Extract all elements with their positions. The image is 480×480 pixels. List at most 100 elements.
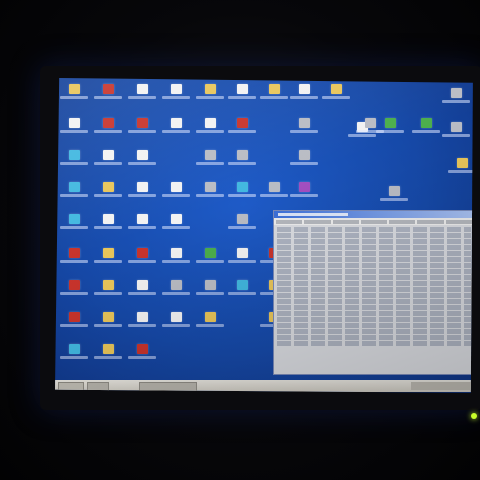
desktop-icon[interactable]: [93, 150, 123, 176]
doc-icon: [204, 118, 216, 128]
log-row[interactable]: [277, 311, 471, 316]
log-row[interactable]: [277, 293, 471, 298]
folder-icon: [330, 84, 342, 94]
desktop-icon[interactable]: [127, 214, 157, 240]
desktop-icon[interactable]: [127, 118, 157, 144]
desktop-icon[interactable]: [321, 84, 351, 110]
desktop-icon[interactable]: [195, 280, 225, 306]
desktop-icon[interactable]: [59, 214, 89, 240]
desktop-icon[interactable]: [59, 280, 89, 306]
desktop-icon-label: [128, 260, 156, 263]
desktop-icon[interactable]: [161, 312, 191, 338]
column-header[interactable]: [417, 220, 444, 224]
desktop-icon[interactable]: [127, 182, 157, 208]
desktop-icon[interactable]: [93, 344, 123, 370]
desktop-icon[interactable]: [161, 280, 191, 306]
column-header[interactable]: [332, 220, 359, 224]
desktop-icon-label: [380, 198, 408, 201]
desktop-icon[interactable]: [93, 280, 123, 306]
log-row[interactable]: [277, 227, 471, 232]
desktop-icon[interactable]: [227, 280, 257, 306]
desktop-icon[interactable]: [93, 118, 123, 144]
desktop-icon[interactable]: [289, 84, 319, 110]
desktop-icon[interactable]: [195, 150, 225, 176]
desktop-icon[interactable]: [161, 182, 191, 208]
log-row[interactable]: [277, 245, 471, 250]
column-header[interactable]: [276, 220, 303, 224]
log-row[interactable]: [277, 257, 471, 262]
desktop-icon[interactable]: [227, 182, 257, 208]
desktop-icon[interactable]: [59, 84, 89, 110]
log-row[interactable]: [277, 287, 471, 292]
desktop-icon[interactable]: [127, 280, 157, 306]
desktop-icon[interactable]: [447, 158, 473, 184]
desktop-icon[interactable]: [289, 182, 319, 208]
desktop-icon[interactable]: [227, 118, 257, 144]
log-row[interactable]: [277, 341, 471, 346]
log-row[interactable]: [277, 263, 471, 268]
desktop-icon[interactable]: [127, 84, 157, 110]
desktop-icon[interactable]: [59, 248, 89, 274]
desktop-icon[interactable]: [59, 118, 89, 144]
log-window[interactable]: [273, 210, 473, 375]
desktop-icon[interactable]: [93, 182, 123, 208]
log-row[interactable]: [277, 335, 471, 340]
red-icon: [136, 248, 148, 258]
column-header[interactable]: [445, 220, 472, 224]
desktop-icon-label: [60, 292, 88, 295]
desktop-icon[interactable]: [227, 150, 257, 176]
log-window-titlebar[interactable]: [274, 211, 473, 218]
log-row[interactable]: [277, 251, 471, 256]
desktop-icon[interactable]: [195, 182, 225, 208]
desktop-icon[interactable]: [289, 150, 319, 176]
desktop-icon[interactable]: [161, 84, 191, 110]
desktop-icon[interactable]: [227, 84, 257, 110]
desktop-icon[interactable]: [375, 118, 405, 144]
desktop-icon[interactable]: [93, 214, 123, 240]
gray-icon: [450, 88, 462, 98]
desktop-icon[interactable]: [195, 118, 225, 144]
column-header[interactable]: [389, 220, 416, 224]
desktop-icon[interactable]: [195, 84, 225, 110]
desktop-icon[interactable]: [227, 248, 257, 274]
desktop-icon[interactable]: [289, 118, 319, 144]
desktop-icon[interactable]: [59, 150, 89, 176]
column-header[interactable]: [304, 220, 331, 224]
desktop-icon[interactable]: [259, 182, 289, 208]
desktop-icon[interactable]: [259, 84, 289, 110]
desktop-icon[interactable]: [59, 182, 89, 208]
log-row[interactable]: [277, 281, 471, 286]
desktop-icon[interactable]: [93, 312, 123, 338]
desktop-icon[interactable]: [59, 312, 89, 338]
doc-icon: [68, 118, 80, 128]
desktop-icon[interactable]: [127, 344, 157, 370]
desktop-icon[interactable]: [441, 88, 471, 114]
log-row[interactable]: [277, 239, 471, 244]
desktop-icon[interactable]: [59, 344, 89, 370]
desktop-icon[interactable]: [127, 312, 157, 338]
log-row[interactable]: [277, 269, 471, 274]
log-row[interactable]: [277, 305, 471, 310]
desktop-icon[interactable]: [227, 214, 257, 240]
desktop-icon[interactable]: [161, 214, 191, 240]
log-row[interactable]: [277, 233, 471, 238]
desktop-icon[interactable]: [161, 248, 191, 274]
desktop-icon[interactable]: [411, 118, 441, 144]
desktop-icon[interactable]: [93, 248, 123, 274]
log-row[interactable]: [277, 323, 471, 328]
doc-icon: [136, 280, 148, 290]
desktop-icon[interactable]: [195, 248, 225, 274]
desktop-icon[interactable]: [441, 122, 471, 148]
column-header[interactable]: [360, 220, 388, 224]
log-window-column-headers: [274, 218, 473, 225]
desktop-icon[interactable]: [161, 118, 191, 144]
desktop-icon[interactable]: [93, 84, 123, 110]
log-row[interactable]: [277, 317, 471, 322]
desktop-icon[interactable]: [127, 150, 157, 176]
desktop-icon[interactable]: [195, 312, 225, 338]
desktop-icon[interactable]: [379, 186, 409, 212]
log-row[interactable]: [277, 275, 471, 280]
desktop-icon[interactable]: [127, 248, 157, 274]
log-row[interactable]: [277, 329, 471, 334]
log-row[interactable]: [277, 299, 471, 304]
